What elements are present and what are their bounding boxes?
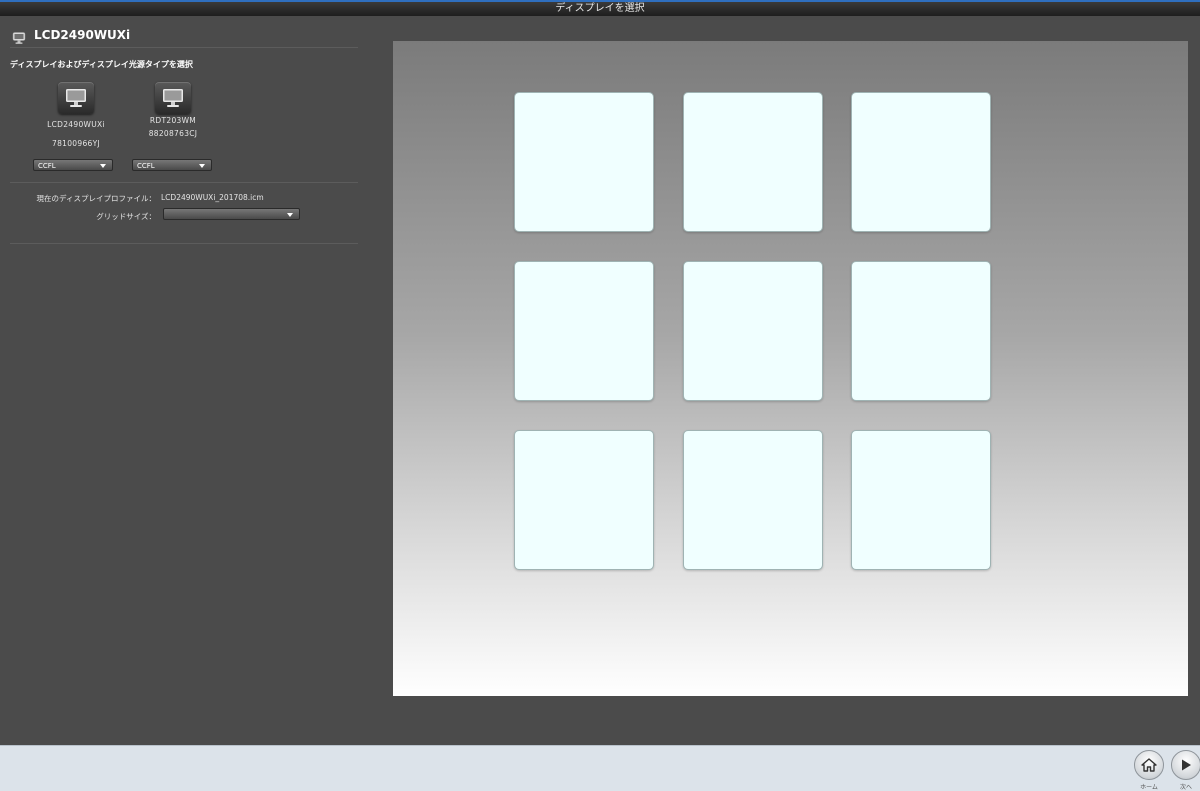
divider — [10, 243, 358, 244]
settings-sidebar: LCD2490WUXi ディスプレイおよびディスプレイ光源タイプを選択 LCD2… — [0, 16, 372, 745]
display-card-1: LCD2490WUXi 78100966YJ — [21, 82, 131, 149]
monitor-icon — [66, 89, 86, 107]
profile-label: 現在のディスプレイプロファイル： — [36, 194, 156, 203]
display-card-2: RDT203WM 88208763CJ — [118, 82, 228, 139]
display-2-backlight-value: CCFL — [137, 162, 155, 170]
display-1-model: LCD2490WUXi — [47, 120, 105, 129]
window-titlebar: ディスプレイを選択 — [0, 0, 1200, 16]
grid-size-dropdown[interactable] — [163, 208, 300, 220]
main-content: LCD2490WUXi ディスプレイおよびディスプレイ光源タイプを選択 LCD2… — [0, 16, 1200, 745]
chevron-down-icon — [287, 213, 293, 217]
current-display-header: LCD2490WUXi — [12, 26, 130, 44]
next-label: 次へ — [1179, 784, 1192, 791]
display-1-backlight-value: CCFL — [38, 162, 56, 170]
grid-tile[interactable] — [683, 261, 823, 401]
grid-tile[interactable] — [683, 92, 823, 232]
display-2-model: RDT203WM — [149, 116, 197, 125]
divider — [10, 182, 358, 183]
home-button[interactable] — [1134, 750, 1164, 780]
grid-tile[interactable] — [683, 430, 823, 570]
display-2-serial: 88208763CJ — [148, 129, 198, 138]
grid-tile[interactable] — [851, 261, 991, 401]
grid-tile[interactable] — [514, 92, 654, 232]
divider — [10, 47, 358, 48]
play-icon — [1182, 759, 1191, 771]
grid-tile[interactable] — [851, 92, 991, 232]
monitor-icon — [163, 89, 183, 107]
grid-tile[interactable] — [851, 430, 991, 570]
grid-size-label: グリッドサイズ： — [96, 212, 156, 221]
section-title: ディスプレイおよびディスプレイ光源タイプを選択 — [10, 60, 193, 69]
next-button[interactable] — [1171, 750, 1200, 780]
home-label: ホーム — [1140, 784, 1158, 791]
home-icon — [1141, 758, 1157, 772]
display-2-select-button[interactable] — [155, 82, 191, 114]
footer-bar: ホーム 次へ — [0, 745, 1200, 791]
chevron-down-icon — [199, 164, 205, 168]
window-title: ディスプレイを選択 — [555, 3, 645, 14]
chevron-down-icon — [100, 164, 106, 168]
profile-value: LCD2490WUXi_201708.icm — [161, 193, 264, 202]
display-2-backlight-dropdown[interactable]: CCFL — [132, 159, 212, 171]
display-1-backlight-dropdown[interactable]: CCFL — [33, 159, 113, 171]
monitor-icon — [12, 29, 26, 44]
grid-preview-area — [393, 41, 1188, 696]
grid-tile[interactable] — [514, 261, 654, 401]
grid-tile[interactable] — [514, 430, 654, 570]
display-1-select-button[interactable] — [58, 82, 94, 114]
app-window: ディスプレイを選択 LCD2490WUXi ディスプレイおよびディスプレイ光源タ… — [0, 0, 1200, 791]
display-1-serial: 78100966YJ — [52, 139, 100, 148]
current-display-name: LCD2490WUXi — [34, 28, 131, 42]
